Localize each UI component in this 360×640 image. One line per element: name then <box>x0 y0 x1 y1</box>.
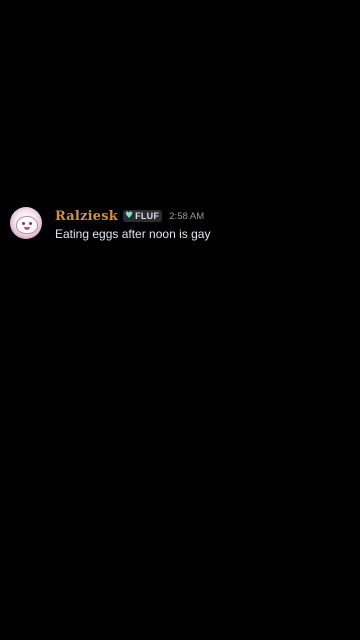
message-header: Ralziesk ♥ FLUF 2:58 AM <box>55 207 210 225</box>
avatar-eye-left <box>22 222 25 225</box>
server-tag[interactable]: ♥ FLUF <box>122 210 163 222</box>
server-tag-label: FLUF <box>135 211 160 221</box>
chat-screen: Ralziesk ♥ FLUF 2:58 AM Eating eggs afte… <box>0 0 360 640</box>
heart-icon: ♥ <box>124 211 134 221</box>
message-content: Ralziesk ♥ FLUF 2:58 AM Eating eggs afte… <box>55 207 210 242</box>
user-avatar[interactable] <box>10 207 42 239</box>
message-text: Eating eggs after noon is gay <box>55 227 211 241</box>
avatar-icon <box>16 216 38 234</box>
author-username[interactable]: Ralziesk <box>55 209 118 224</box>
avatar-mouth <box>24 227 30 230</box>
avatar-eye-right <box>29 222 32 225</box>
message-timestamp: 2:58 AM <box>169 210 205 222</box>
chat-message[interactable]: Ralziesk ♥ FLUF 2:58 AM Eating eggs afte… <box>10 207 350 242</box>
